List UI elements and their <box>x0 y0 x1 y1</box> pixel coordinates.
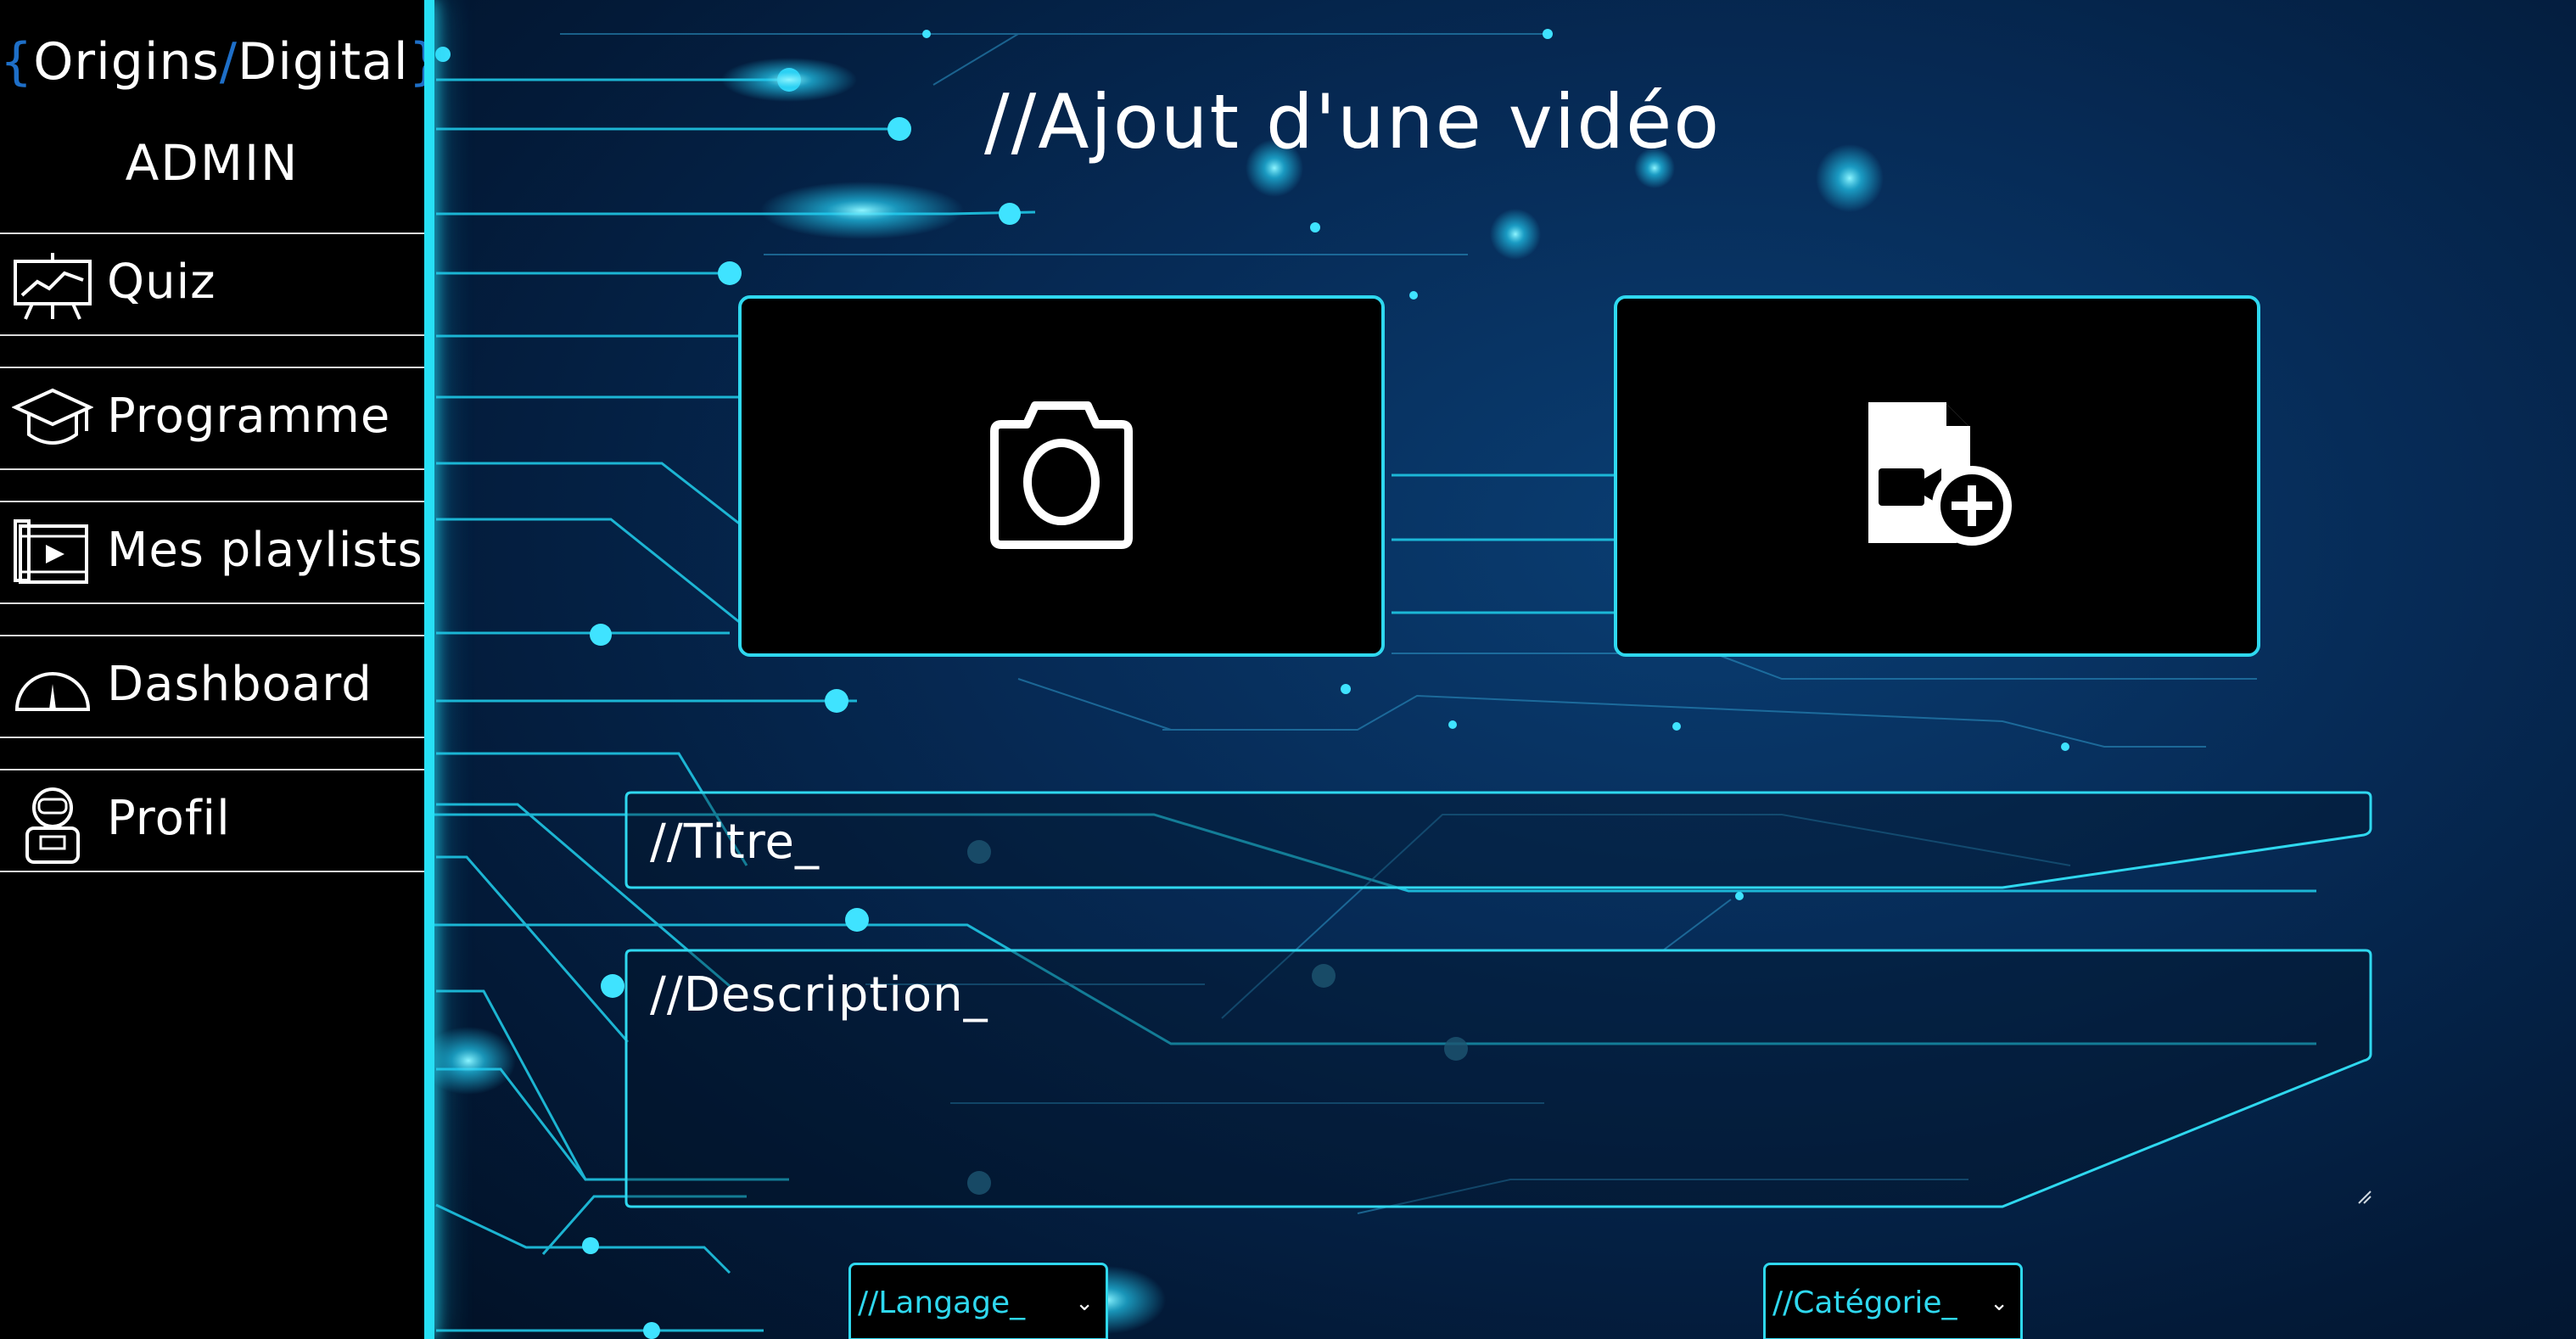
chevron-down-icon: ⌄ <box>1075 1291 1094 1316</box>
app-root: {Origins/Digital} ADMIN Quiz <box>0 0 2576 1339</box>
sidebar-item-label: Dashboard <box>107 657 372 712</box>
sidebar-edge-glow <box>424 0 434 1339</box>
brand-origins: Origins <box>33 32 220 92</box>
sidebar-item-label: Mes playlists <box>107 523 423 578</box>
language-select-value: //Langage_ <box>858 1286 1026 1320</box>
astronaut-icon <box>12 786 93 864</box>
description-placeholder: //Description_ <box>650 967 988 1022</box>
upload-thumbnail-button[interactable] <box>738 295 1385 657</box>
brand-brace-open: { <box>0 32 34 92</box>
main-content: //Ajout d'une vidéo //Titre_ //Descripti… <box>424 0 2576 1339</box>
sidebar-item-label: Profil <box>107 791 231 846</box>
graduation-cap-icon <box>11 384 94 455</box>
sidebar-item-profil[interactable]: Profil <box>0 769 424 872</box>
upload-video-button[interactable] <box>1614 295 2260 657</box>
camera-icon <box>983 394 1140 558</box>
user-role: ADMIN <box>125 134 300 192</box>
sidebar-item-programme[interactable]: Programme <box>0 367 424 470</box>
brand-logo[interactable]: {Origins/Digital} <box>0 32 441 92</box>
description-textarea[interactable]: //Description_ <box>624 949 2372 1210</box>
brand-slash: / <box>219 32 238 92</box>
chevron-down-icon: ⌄ <box>1990 1291 2008 1316</box>
sidebar-item-quiz[interactable]: Quiz <box>0 233 424 336</box>
add-video-file-icon <box>1856 394 2018 558</box>
sidebar: {Origins/Digital} ADMIN Quiz <box>0 0 441 1339</box>
page-title: //Ajout d'une vidéo <box>983 78 1722 165</box>
video-playlist-icon <box>12 518 93 589</box>
sidebar-item-dashboard[interactable]: Dashboard <box>0 635 424 738</box>
language-select[interactable]: //Langage_ ⌄ <box>848 1263 1108 1339</box>
presentation-chart-icon <box>12 249 93 321</box>
title-input[interactable]: //Titre_ <box>624 791 2372 891</box>
category-select-value: //Catégorie_ <box>1772 1286 1957 1320</box>
title-placeholder: //Titre_ <box>650 815 820 870</box>
sidebar-item-label: Programme <box>107 389 391 444</box>
category-select[interactable]: //Catégorie_ ⌄ <box>1763 1263 2023 1339</box>
sidebar-item-playlists[interactable]: Mes playlists <box>0 501 424 604</box>
brand-digital: Digital <box>238 32 409 92</box>
sidebar-item-label: Quiz <box>107 255 216 310</box>
speedometer-icon <box>12 652 93 723</box>
